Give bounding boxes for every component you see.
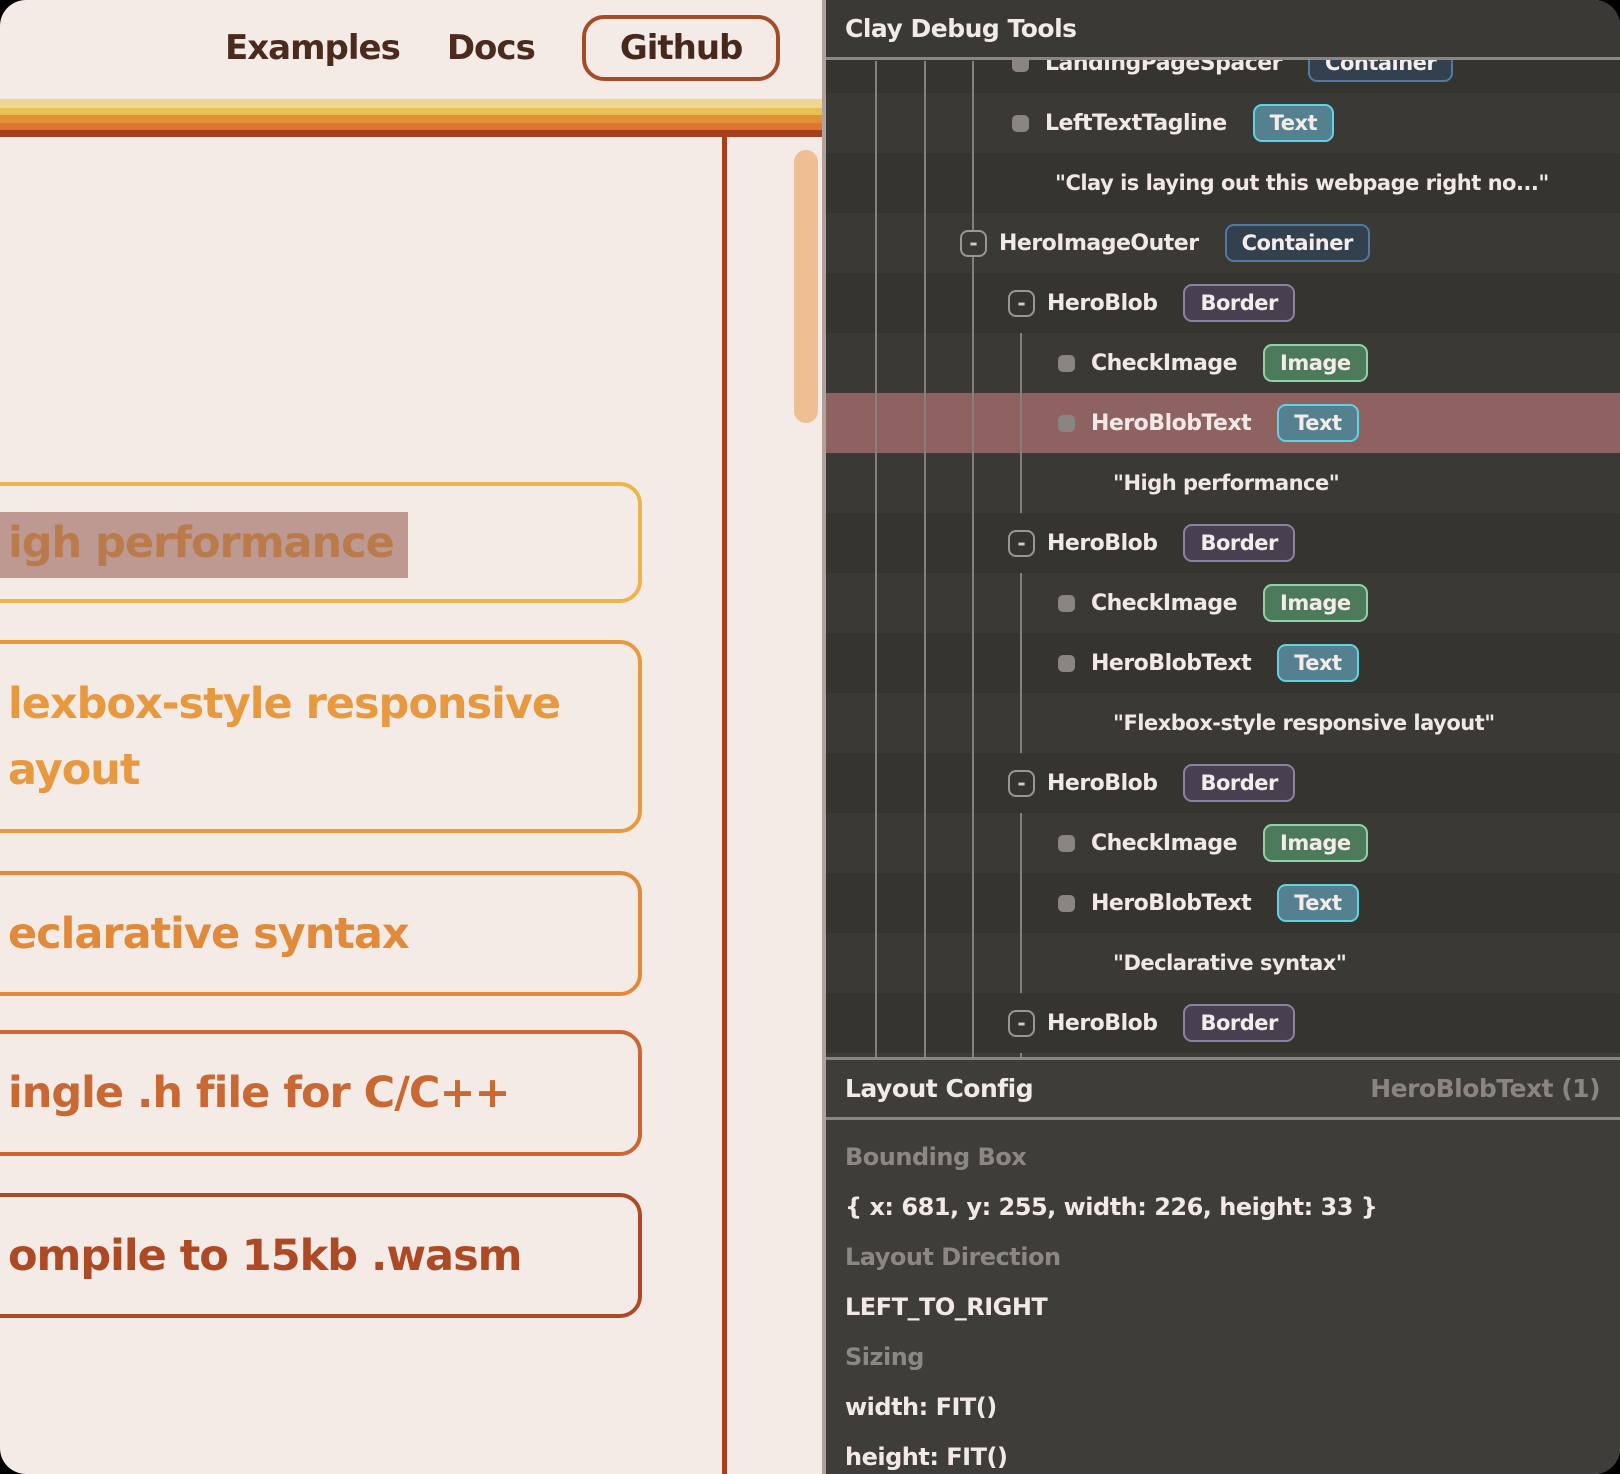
feature-box-text: eclarative syntax — [8, 901, 638, 967]
element-name: HeroBlob — [1047, 291, 1157, 316]
element-name: HeroBlob — [1047, 531, 1157, 556]
collapse-button[interactable]: - — [1008, 530, 1035, 557]
tree-row-quote: "Clay is laying out this webpage right n… — [826, 153, 1620, 213]
top-nav: Examples Docs Github — [225, 0, 780, 96]
element-name: CheckImage — [1091, 351, 1237, 376]
feature-box-single-header: ingle .h file for C/C++ — [0, 1030, 642, 1156]
element-name: CheckImage — [1091, 831, 1237, 856]
indent-guide — [924, 61, 926, 1057]
config-field-label: Layout Direction — [845, 1243, 1061, 1271]
type-badge-text: Text — [1253, 104, 1334, 142]
tree-row-HeroBlobText[interactable]: HeroBlobText Text — [826, 873, 1620, 933]
element-text-preview: "High performance" — [1113, 471, 1339, 495]
config-field-value: LEFT_TO_RIGHT — [845, 1293, 1047, 1321]
layout-config-title: Layout Config — [845, 1074, 1033, 1103]
tree-row-HeroBlob[interactable]: -HeroBlob Border — [826, 993, 1620, 1053]
layout-config-body: Bounding Box { x: 681, y: 255, width: 226… — [845, 1123, 1600, 1474]
element-name: CheckImage — [1091, 591, 1237, 616]
indent-guide — [1020, 333, 1022, 513]
leaf-bullet-icon — [1058, 415, 1075, 432]
type-badge-text: Text — [1277, 884, 1358, 922]
indent-guide — [1020, 813, 1022, 993]
element-name: HeroBlobText — [1091, 651, 1251, 676]
type-badge-image: Image — [1263, 584, 1368, 622]
type-badge-container: Container — [1225, 224, 1370, 262]
indent-guide — [1020, 1053, 1022, 1057]
tree-row-CheckImage[interactable]: CheckImage Image — [826, 333, 1620, 393]
tree-row-CheckImage[interactable]: CheckImage Image — [826, 573, 1620, 633]
tree-row-HeroBlobText[interactable]: HeroBlobText Text — [826, 393, 1620, 453]
collapse-button[interactable]: - — [1008, 1010, 1035, 1037]
indent-guide — [1020, 573, 1022, 753]
leaf-bullet-icon — [1012, 115, 1029, 132]
config-field-label: Sizing — [845, 1343, 924, 1371]
element-name: HeroBlobText — [1091, 411, 1251, 436]
tree-row-HeroBlobText[interactable]: HeroBlobText Text — [826, 633, 1620, 693]
element-name: HeroBlobText — [1091, 891, 1251, 916]
config-field-value: height: FIT() — [845, 1443, 1007, 1471]
leaf-bullet-icon — [1058, 355, 1075, 372]
feature-box-text: lexbox-style responsive — [8, 671, 638, 737]
leaf-bullet-icon — [1058, 595, 1075, 612]
type-badge-image: Image — [1263, 344, 1368, 382]
screen: Examples Docs Github igh performance lex… — [0, 0, 1620, 1474]
config-field-label: Bounding Box — [845, 1143, 1026, 1171]
feature-box-text: ingle .h file for C/C++ — [8, 1060, 638, 1126]
clay-debug-panel: LandingPageSpacerContainerLeftTextTaglin… — [826, 0, 1620, 1474]
feature-box-flexbox-layout: lexbox-style responsive ayout — [0, 640, 642, 833]
type-badge-text: Text — [1277, 644, 1358, 682]
type-badge-border: Border — [1183, 1004, 1294, 1042]
tree-row-HeroBlob[interactable]: -HeroBlob Border — [826, 513, 1620, 573]
element-name: HeroBlob — [1047, 1011, 1157, 1036]
collapse-button[interactable]: - — [960, 230, 987, 257]
github-button[interactable]: Github — [582, 15, 781, 81]
leaf-bullet-icon — [1058, 895, 1075, 912]
config-field-value: width: FIT() — [845, 1393, 997, 1421]
type-badge-border: Border — [1183, 524, 1294, 562]
layout-config-header: Layout Config HeroBlobText (1) — [826, 1057, 1620, 1120]
type-badge-border: Border — [1183, 764, 1294, 802]
element-text-preview: "Declarative syntax" — [1113, 951, 1346, 975]
config-field-value: { x: 681, y: 255, width: 226, height: 33… — [845, 1193, 1377, 1221]
feature-box-text: ayout — [8, 737, 638, 803]
selected-element-label: HeroBlobText (1) — [1370, 1074, 1600, 1103]
indent-guide — [875, 61, 877, 1057]
panel-header: Clay Debug Tools — [826, 0, 1620, 60]
tree-row-CheckImage[interactable]: CheckImage Image — [826, 813, 1620, 873]
leaf-bullet-icon — [1058, 835, 1075, 852]
nav-link-docs[interactable]: Docs — [447, 28, 535, 68]
vertical-divider — [722, 137, 727, 1474]
tree-row-quote: "High performance" — [826, 453, 1620, 513]
tree-row-quote: "Flexbox-style responsive layout" — [826, 693, 1620, 753]
feature-box-text: ompile to 15kb .wasm — [8, 1223, 638, 1289]
element-name: LeftTextTagline — [1045, 111, 1227, 136]
collapse-button[interactable]: - — [1008, 770, 1035, 797]
collapse-button[interactable]: - — [1008, 290, 1035, 317]
feature-box-wasm: ompile to 15kb .wasm — [0, 1193, 642, 1318]
tree-row-quote: "Declarative syntax" — [826, 933, 1620, 993]
panel-title: Clay Debug Tools — [845, 14, 1077, 43]
debug-highlight-overlay — [0, 512, 408, 578]
feature-box-declarative-syntax: eclarative syntax — [0, 871, 642, 996]
type-badge-border: Border — [1183, 284, 1294, 322]
tree-row-HeroImageOuter[interactable]: -HeroImageOuter Container — [826, 213, 1620, 273]
element-tree: LandingPageSpacerContainerLeftTextTaglin… — [826, 0, 1620, 1057]
leaf-bullet-icon — [1058, 655, 1075, 672]
tree-row-LeftTextTagline[interactable]: LeftTextTagline Text — [826, 93, 1620, 153]
type-badge-text: Text — [1277, 404, 1358, 442]
element-name: HeroImageOuter — [999, 231, 1199, 256]
nav-link-examples[interactable]: Examples — [225, 28, 400, 68]
tree-row-HeroBlob[interactable]: -HeroBlob Border — [826, 273, 1620, 333]
indent-guide — [972, 61, 974, 1057]
element-text-preview: "Clay is laying out this webpage right n… — [1055, 171, 1549, 195]
scrollbar-thumb[interactable] — [794, 150, 818, 423]
element-name: HeroBlob — [1047, 771, 1157, 796]
tree-row-HeroBlob[interactable]: -HeroBlob Border — [826, 753, 1620, 813]
type-badge-image: Image — [1263, 824, 1368, 862]
element-text-preview: "Flexbox-style responsive layout" — [1113, 711, 1495, 735]
